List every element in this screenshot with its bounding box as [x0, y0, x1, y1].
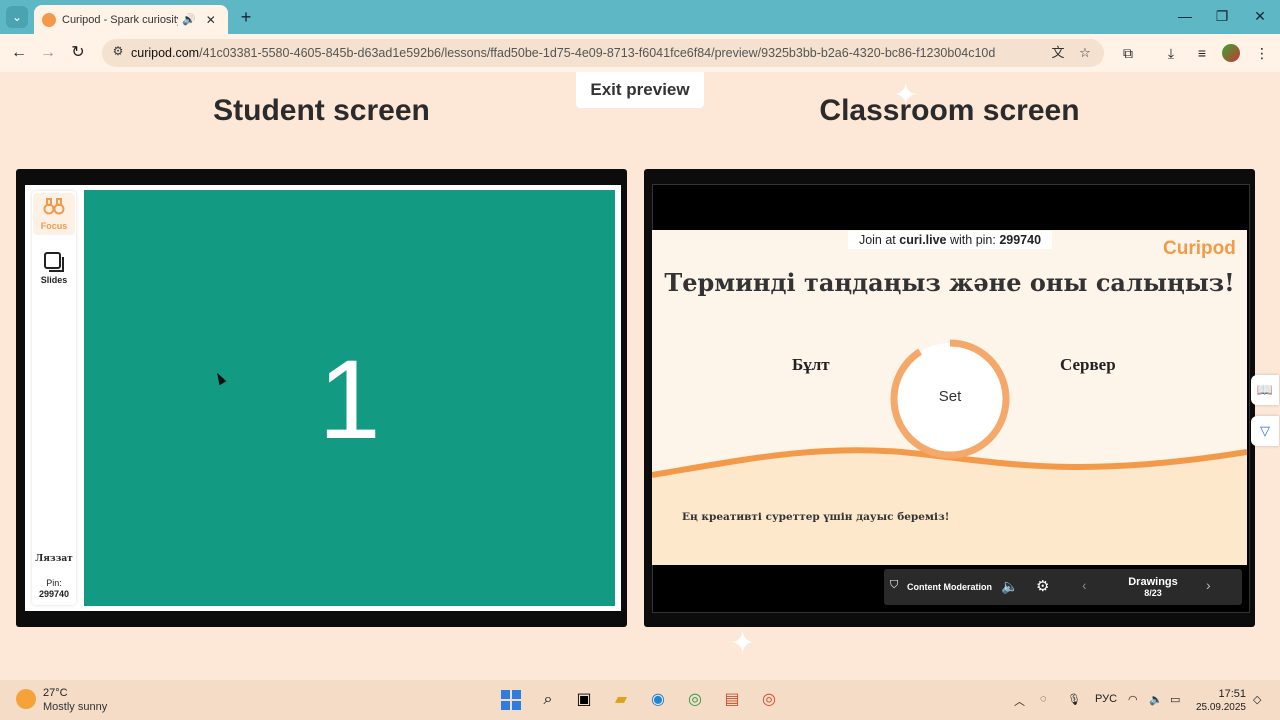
- menu-icon[interactable]: ⋮: [1252, 43, 1272, 63]
- slides-icon[interactable]: [39, 251, 69, 278]
- reload-button[interactable]: ↻: [67, 42, 89, 64]
- minimize-button[interactable]: —: [1174, 6, 1196, 26]
- sidebar-label-focus: Focus: [40, 221, 68, 231]
- tab-close-icon[interactable]: ✕: [206, 13, 216, 27]
- reading-mode-icon[interactable]: 📖: [1251, 375, 1279, 405]
- language-indicator[interactable]: РУС: [1095, 693, 1117, 705]
- task-view-icon[interactable]: ▣: [571, 688, 597, 712]
- maximize-button[interactable]: ❐: [1211, 6, 1233, 26]
- slide-footer-text: Ең креативті суреттер үшін дауыс береміз…: [682, 511, 950, 523]
- weather-temperature[interactable]: 27°C: [43, 687, 68, 699]
- sidebar-label-slides[interactable]: Slides: [32, 275, 76, 285]
- weather-description[interactable]: Mostly sunny: [43, 701, 107, 713]
- binoculars-icon: [39, 197, 69, 220]
- curipod-logo: Curipod: [1163, 238, 1236, 259]
- close-window-button[interactable]: ✕: [1249, 6, 1271, 26]
- chrome-profile-icon[interactable]: ◎: [756, 688, 782, 712]
- next-slide-icon[interactable]: ›: [1206, 577, 1211, 593]
- extensions-icon[interactable]: ⧉: [1118, 43, 1138, 63]
- join-banner: Join at curi.live with pin: 299740: [848, 231, 1052, 249]
- section-label: Drawings: [1128, 576, 1178, 588]
- student-name: Ляззат: [35, 554, 73, 564]
- forward-button[interactable]: →: [37, 42, 59, 64]
- slide-title: Терминді таңдаңыз және оны салыңыз!: [664, 268, 1235, 297]
- clock-time[interactable]: 17:51: [1208, 688, 1246, 700]
- url-text[interactable]: curipod.com/41c03381-5580-4605-845b-d63a…: [131, 46, 995, 60]
- volume-icon[interactable]: 🔈: [1149, 693, 1163, 706]
- microphone-icon[interactable]: 🎙: [1067, 693, 1081, 706]
- tab-title: Curipod - Spark curiosity w: [62, 13, 178, 26]
- term-option-left: Бұлт: [792, 355, 830, 374]
- chrome-icon[interactable]: ◎: [682, 688, 708, 712]
- clock-date[interactable]: 25.09.2025: [1188, 702, 1246, 713]
- media-controls-icon[interactable]: ≡: [1192, 43, 1212, 63]
- previous-slide-icon[interactable]: ‹: [1082, 577, 1087, 593]
- tab-search-button[interactable]: ⌄: [6, 6, 28, 28]
- extension-vpn-icon[interactable]: ▽: [1251, 416, 1279, 446]
- slide-counter: 8/23: [1144, 588, 1162, 598]
- set-button[interactable]: Set: [889, 388, 1011, 405]
- student-screen-heading: Student screen: [213, 94, 430, 127]
- volume-icon[interactable]: 🔈: [1001, 578, 1018, 595]
- speaker-icon[interactable]: 🔊: [182, 13, 196, 26]
- edge-browser-icon[interactable]: ◉: [645, 688, 671, 712]
- show-hidden-icons-chevron-icon[interactable]: ︿: [1014, 693, 1025, 709]
- system-tray-icon[interactable]: ◌: [1040, 693, 1047, 705]
- shield-icon: ⛉: [890, 579, 899, 591]
- new-tab-button[interactable]: +: [236, 7, 256, 27]
- wifi-icon[interactable]: ◠: [1128, 693, 1138, 706]
- file-explorer-icon[interactable]: ▰: [608, 688, 634, 712]
- profile-avatar[interactable]: [1222, 44, 1240, 62]
- weather-sun-icon[interactable]: [16, 689, 36, 709]
- browser-tab[interactable]: Curipod - Spark curiosity w 🔊 ✕: [34, 5, 228, 34]
- settings-gear-icon[interactable]: ⚙: [1036, 577, 1049, 595]
- sparkle-decoration: ✦: [730, 627, 756, 660]
- search-icon[interactable]: ⌕: [535, 688, 561, 712]
- windows-taskbar: [0, 680, 1280, 720]
- bookmark-star-icon[interactable]: ☆: [1076, 44, 1094, 62]
- download-icon[interactable]: ⤓: [1161, 43, 1181, 63]
- pin-value: 299740: [38, 589, 70, 599]
- translate-icon[interactable]: 文: [1049, 44, 1067, 62]
- windows-start-icon[interactable]: [498, 688, 524, 712]
- term-option-right: Сервер: [1060, 355, 1116, 374]
- curipod-favicon-icon: [42, 12, 56, 27]
- back-button[interactable]: ←: [8, 42, 30, 64]
- battery-icon[interactable]: ▭: [1170, 693, 1180, 706]
- pin-label: Pin:: [46, 578, 62, 588]
- content-moderation-button[interactable]: Content Moderation: [907, 582, 992, 592]
- classroom-screen-heading: Classroom screen: [819, 94, 1080, 127]
- countdown-number: 1: [318, 337, 381, 462]
- powerpoint-icon[interactable]: ▤: [719, 688, 745, 712]
- notifications-icon[interactable]: ◇: [1253, 693, 1261, 706]
- site-info-icon[interactable]: ⚙: [110, 44, 126, 60]
